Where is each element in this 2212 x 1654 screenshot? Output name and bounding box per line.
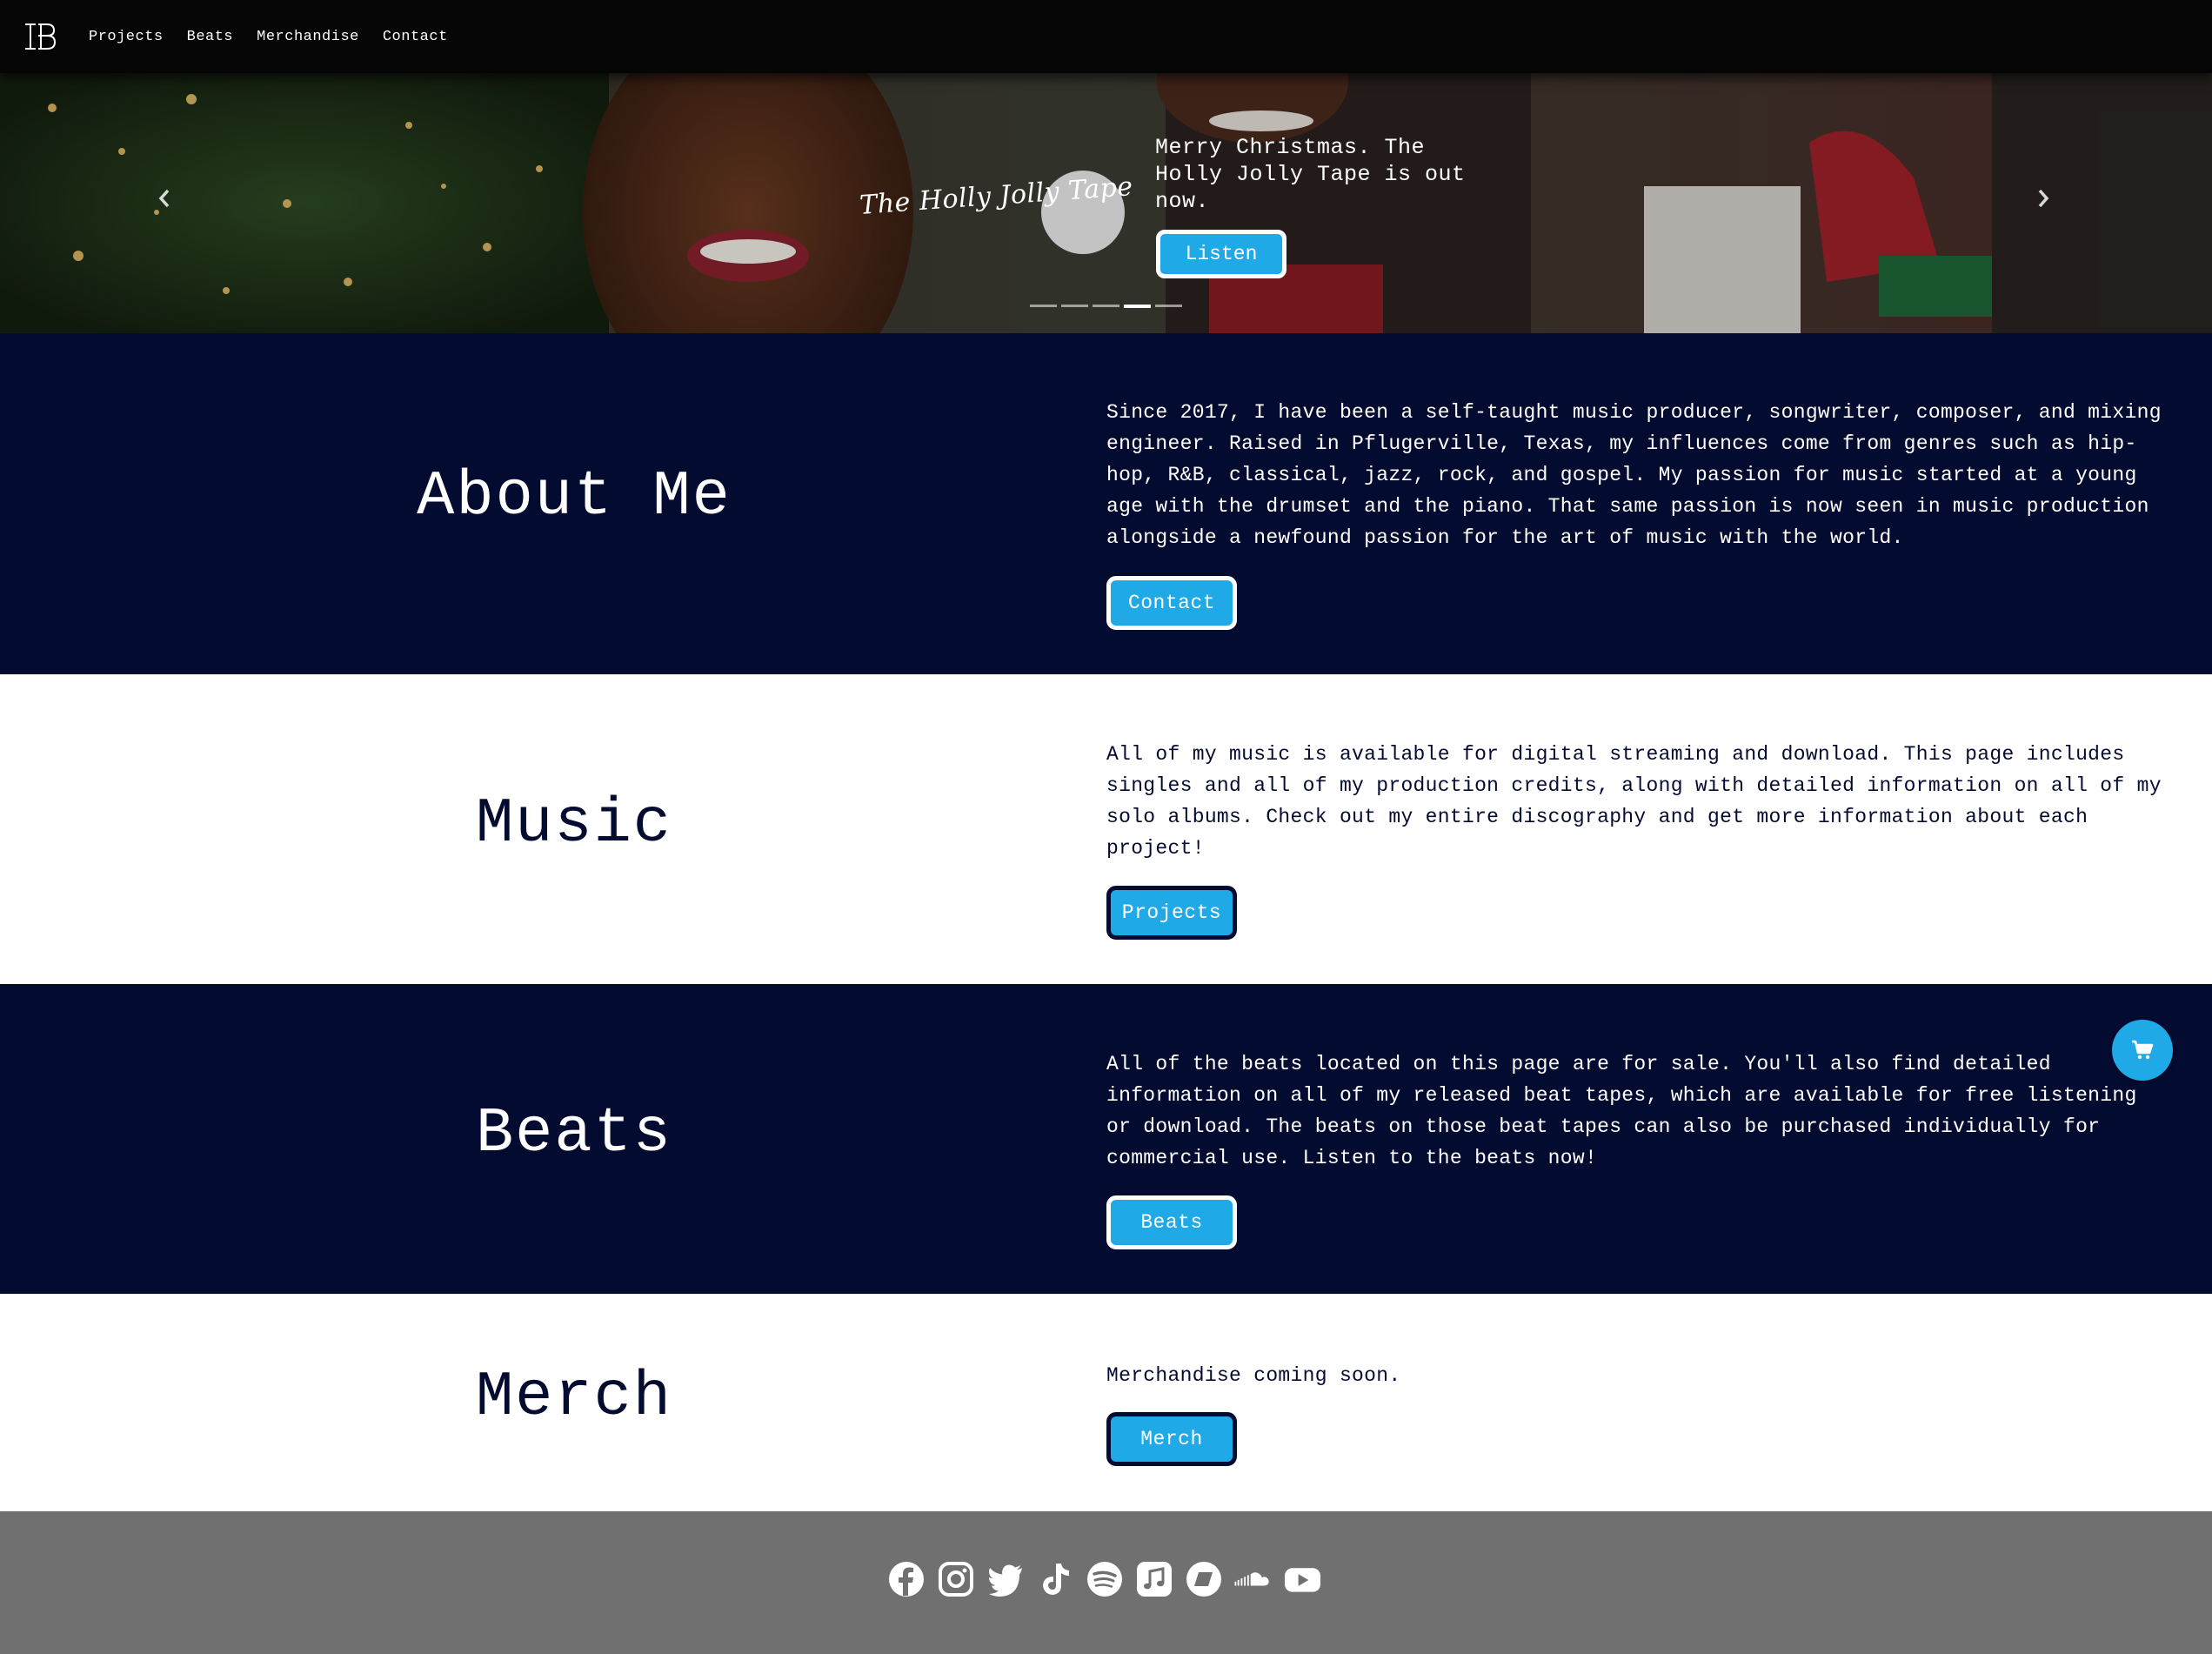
merch-section: Merch Merchandise coming soon. Merch — [0, 1294, 2212, 1511]
youtube-link[interactable] — [1284, 1560, 1321, 1597]
bandcamp-link[interactable] — [1185, 1560, 1222, 1597]
apple-music-icon — [1136, 1561, 1172, 1597]
about-text: Since 2017, I have been a self-taught mu… — [1106, 401, 2162, 549]
beats-title: Beats — [475, 1098, 673, 1169]
spotify-icon — [1086, 1561, 1122, 1597]
soundcloud-link[interactable] — [1234, 1560, 1272, 1597]
tiktok-link[interactable] — [1036, 1560, 1073, 1597]
listen-button[interactable]: Listen — [1156, 230, 1286, 278]
instagram-link[interactable] — [937, 1560, 974, 1597]
about-title: About Me — [417, 461, 732, 532]
nav-links: Projects Beats Merchandise Contact — [89, 29, 471, 45]
instagram-icon — [938, 1561, 973, 1597]
beats-text: All of the beats located on this page ar… — [1106, 1053, 2137, 1169]
cart-button[interactable] — [2112, 1020, 2173, 1081]
logo-icon — [25, 23, 57, 50]
merch-title: Merch — [475, 1362, 673, 1433]
social-links — [887, 1560, 1321, 1597]
music-text: All of my music is available for digital… — [1106, 743, 2162, 860]
shopping-cart-icon — [2132, 1040, 2154, 1060]
twitter-icon — [988, 1564, 1022, 1597]
facebook-icon — [888, 1561, 924, 1597]
about-section: About Me Since 2017, I have been a self-… — [0, 333, 2212, 674]
facebook-link[interactable] — [887, 1560, 925, 1597]
bandcamp-icon — [1186, 1561, 1221, 1597]
beats-button[interactable]: Beats — [1106, 1195, 1237, 1249]
spotify-link[interactable] — [1086, 1560, 1123, 1597]
carousel-indicator[interactable] — [1030, 305, 1057, 307]
nav-link-projects[interactable]: Projects — [89, 29, 164, 45]
apple-music-link[interactable] — [1135, 1560, 1173, 1597]
carousel-next-button[interactable] — [2035, 186, 2051, 218]
logo[interactable] — [23, 19, 57, 54]
hero-carousel: The Holly Jolly Tape Merry Christmas. Th… — [0, 73, 2212, 333]
chevron-left-icon — [158, 189, 170, 208]
contact-button[interactable]: Contact — [1106, 576, 1237, 630]
hero-caption: Merry Christmas. The Holly Jolly Tape is… — [1155, 135, 1466, 214]
nav-link-merchandise[interactable]: Merchandise — [257, 29, 359, 45]
merch-button[interactable]: Merch — [1106, 1412, 1237, 1466]
beats-section: Beats All of the beats located on this p… — [0, 984, 2212, 1294]
merch-text: Merchandise coming soon. — [1106, 1364, 1401, 1387]
tiktok-icon — [1042, 1563, 1069, 1595]
carousel-indicator[interactable] — [1093, 305, 1119, 307]
music-section: Music All of my music is available for d… — [0, 674, 2212, 984]
music-title: Music — [475, 788, 673, 860]
nav-link-contact[interactable]: Contact — [383, 29, 448, 45]
carousel-indicator[interactable] — [1155, 305, 1182, 307]
carousel-indicator[interactable] — [1061, 305, 1088, 307]
carousel-prev-button[interactable] — [157, 186, 172, 218]
nav-link-beats[interactable]: Beats — [187, 29, 234, 45]
youtube-icon — [1284, 1567, 1321, 1592]
navbar: Projects Beats Merchandise Contact — [0, 0, 2212, 73]
twitter-link[interactable] — [986, 1560, 1024, 1597]
soundcloud-icon — [1234, 1571, 1269, 1585]
projects-button[interactable]: Projects — [1106, 886, 1237, 940]
chevron-right-icon — [2038, 189, 2049, 208]
carousel-indicators — [1030, 305, 1182, 308]
carousel-indicator-active[interactable] — [1124, 305, 1151, 308]
